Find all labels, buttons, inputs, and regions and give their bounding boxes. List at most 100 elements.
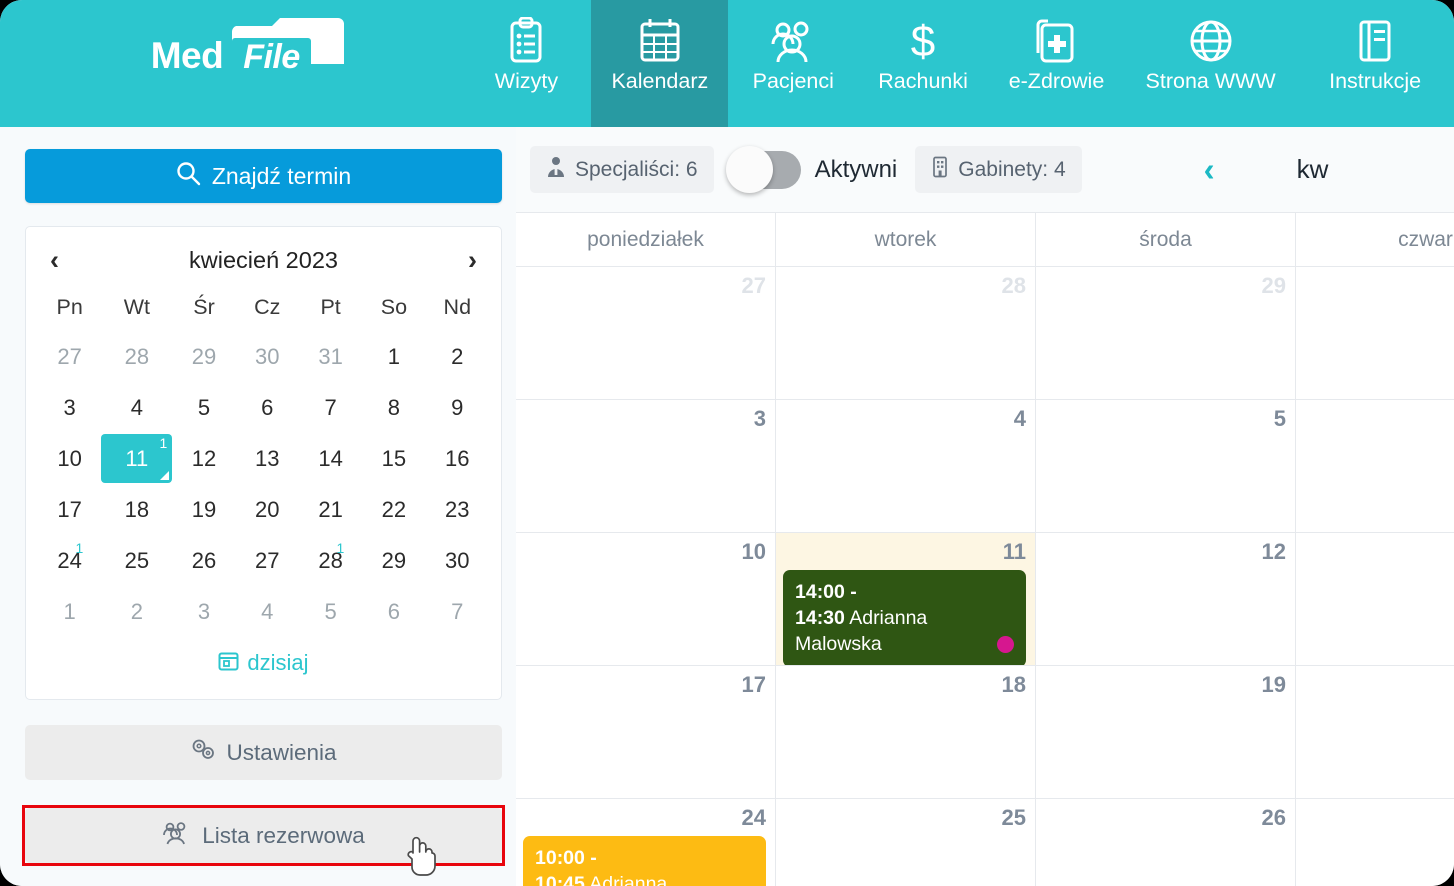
mini-calendar-day[interactable]: 24 1 bbox=[38, 535, 101, 586]
nav-item-instrukcje[interactable]: Instrukcje bbox=[1296, 0, 1454, 127]
mini-calendar-day[interactable]: 5 bbox=[172, 382, 235, 433]
calendar-day-cell[interactable]: 29 bbox=[1036, 267, 1296, 399]
mini-calendar-day[interactable]: 29 bbox=[362, 535, 425, 586]
mini-calendar-day[interactable]: 26 bbox=[172, 535, 235, 586]
weekday-wt: Wt bbox=[123, 294, 150, 319]
mini-calendar-day-label: 17 bbox=[57, 496, 82, 522]
find-appointment-button[interactable]: Znajdź termin bbox=[25, 149, 502, 203]
calendar-day-cell[interactable]: 5 bbox=[1036, 400, 1296, 532]
calendar-day-cell[interactable]: 3 bbox=[516, 400, 776, 532]
mini-calendar-day[interactable]: 29 bbox=[172, 331, 235, 382]
mini-calendar-day[interactable]: 27 bbox=[38, 331, 101, 382]
mini-calendar-day[interactable]: 17 bbox=[38, 484, 101, 535]
calendar-day-cell[interactable] bbox=[1296, 666, 1454, 798]
mini-calendar-grid: Pn Wt Śr Cz Pt So Nd 27 28 29 30 31 1 2 3 4 5 6 7 8 9… bbox=[38, 283, 489, 637]
find-appointment-label: Znajdź termin bbox=[211, 162, 352, 189]
calendar-day-number: 11 bbox=[1002, 539, 1026, 564]
calendar-day-cell[interactable]: 28 bbox=[776, 267, 1036, 399]
calendar-day-cell[interactable]: 2410:00 -10:45 Adrianna Malowska bbox=[516, 799, 776, 886]
mini-calendar-day[interactable]: 28 1 bbox=[299, 535, 362, 586]
mini-calendar-day[interactable]: 6 bbox=[236, 382, 299, 433]
mini-calendar-day[interactable]: 22 bbox=[362, 484, 425, 535]
mini-calendar-day[interactable]: 4 bbox=[236, 586, 299, 637]
mini-calendar-day[interactable]: 21 bbox=[299, 484, 362, 535]
calendar-day-cell[interactable]: 12 bbox=[1036, 533, 1296, 665]
mini-calendar-day[interactable]: 8 bbox=[362, 382, 425, 433]
mini-calendar-day[interactable]: 6 bbox=[362, 586, 425, 637]
calendar-event[interactable]: 14:00 -14:30 Adrianna Malowska bbox=[783, 570, 1026, 665]
mini-calendar-day[interactable]: 18 bbox=[101, 484, 172, 535]
calendar-icon bbox=[638, 14, 682, 68]
calendar-day-cell[interactable] bbox=[1296, 267, 1454, 399]
calendar-event[interactable]: 10:00 -10:45 Adrianna Malowska bbox=[523, 836, 766, 886]
calendar-day-cell[interactable]: 11 14:00 -14:30 Adrianna Malowska bbox=[776, 533, 1036, 665]
mini-calendar-day[interactable]: 7 bbox=[426, 586, 489, 637]
mini-calendar-week-row: 1 2 3 4 5 6 7 bbox=[38, 586, 489, 637]
nav-item-wizyty[interactable]: Wizyty bbox=[462, 0, 592, 127]
calendar-day-cell[interactable]: 10 bbox=[516, 533, 776, 665]
calendar-day-cell[interactable]: 17 bbox=[516, 666, 776, 798]
mini-calendar-day[interactable]: 9 bbox=[426, 382, 489, 433]
mini-calendar-day[interactable]: 4 bbox=[101, 382, 172, 433]
main-panel: Specjaliści: 6 Aktywni Gabinety: 4 ‹ kw … bbox=[516, 127, 1454, 886]
mini-calendar-day[interactable]: 1 bbox=[362, 331, 425, 382]
brand-logo[interactable]: Med File bbox=[0, 0, 462, 127]
mini-calendar-day[interactable]: 14 bbox=[299, 433, 362, 484]
mini-calendar-day[interactable]: 7 bbox=[299, 382, 362, 433]
mini-calendar-day[interactable]: 3 bbox=[38, 382, 101, 433]
calendar-day-cell[interactable]: 19 bbox=[1036, 666, 1296, 798]
mini-calendar-day[interactable]: 11 1 bbox=[101, 433, 173, 484]
mini-calendar-day-label: 9 bbox=[451, 394, 464, 420]
mini-calendar-day[interactable]: 23 bbox=[426, 484, 489, 535]
mini-calendar-day[interactable]: 5 bbox=[299, 586, 362, 637]
mini-calendar-day[interactable]: 16 bbox=[426, 433, 489, 484]
mini-calendar-day[interactable]: 30 bbox=[236, 331, 299, 382]
mini-calendar-day[interactable]: 12 bbox=[172, 433, 235, 484]
gears-icon bbox=[190, 738, 216, 768]
mini-calendar-day-label: 2 bbox=[130, 598, 143, 624]
weekday-pn: Pn bbox=[56, 294, 83, 319]
search-icon bbox=[176, 161, 201, 192]
mini-calendar-day[interactable]: 2 bbox=[426, 331, 489, 382]
calendar-day-cell[interactable] bbox=[1296, 799, 1454, 886]
mini-calendar-today-button[interactable]: dzisiaj bbox=[38, 637, 489, 689]
mini-calendar-day[interactable]: 3 bbox=[172, 586, 235, 637]
mini-calendar-day[interactable]: 10 bbox=[38, 433, 101, 484]
mini-calendar-day-selected[interactable]: 11 1 bbox=[101, 434, 173, 483]
calendar-day-cell[interactable]: 18 bbox=[776, 666, 1036, 798]
rooms-chip[interactable]: Gabinety: 4 bbox=[915, 146, 1082, 193]
mini-calendar-day[interactable]: 13 bbox=[236, 433, 299, 484]
mini-calendar-day[interactable]: 20 bbox=[236, 484, 299, 535]
mini-calendar-day[interactable]: 19 bbox=[172, 484, 235, 535]
active-toggle[interactable] bbox=[725, 145, 801, 193]
mini-calendar-day[interactable]: 25 bbox=[101, 535, 172, 586]
calendar-day-cell[interactable] bbox=[1296, 533, 1454, 665]
mini-calendar-next-button[interactable]: › bbox=[468, 246, 477, 274]
mini-calendar-day[interactable]: 2 bbox=[101, 586, 172, 637]
mini-calendar-day[interactable]: 31 bbox=[299, 331, 362, 382]
mini-calendar-prev-button[interactable]: ‹ bbox=[50, 246, 59, 274]
mini-calendar-day-label: 10 bbox=[57, 445, 82, 471]
mini-calendar-day-label: 1 bbox=[63, 598, 76, 624]
nav-item-kalendarz[interactable]: Kalendarz bbox=[591, 0, 729, 127]
mini-calendar-day[interactable]: 28 bbox=[101, 331, 172, 382]
nav-item-strona-www[interactable]: Strona WWW bbox=[1125, 0, 1296, 127]
nav-item-rachunki[interactable]: $ Rachunki bbox=[858, 0, 988, 127]
settings-button[interactable]: Ustawienia bbox=[25, 725, 502, 780]
calendar-today-icon bbox=[218, 650, 239, 677]
calendar-day-cell[interactable]: 27 bbox=[516, 267, 776, 399]
mini-calendar-day[interactable]: 1 bbox=[38, 586, 101, 637]
mini-calendar-day-badge: 1 bbox=[159, 435, 168, 451]
mini-calendar-day[interactable]: 27 bbox=[236, 535, 299, 586]
mini-calendar-day[interactable]: 30 bbox=[426, 535, 489, 586]
calendar-prev-button[interactable]: ‹ bbox=[1204, 153, 1215, 186]
calendar-day-cell[interactable] bbox=[1296, 400, 1454, 532]
calendar-day-cell[interactable]: 26 bbox=[1036, 799, 1296, 886]
calendar-day-cell[interactable]: 25 bbox=[776, 799, 1036, 886]
waitlist-button[interactable]: Lista rezerwowa bbox=[25, 808, 502, 863]
nav-item-pacjenci[interactable]: Pacjenci bbox=[728, 0, 858, 127]
calendar-day-cell[interactable]: 4 bbox=[776, 400, 1036, 532]
mini-calendar-day[interactable]: 15 bbox=[362, 433, 425, 484]
specialists-chip[interactable]: Specjaliści: 6 bbox=[530, 146, 714, 193]
nav-item-ezdrowie[interactable]: e-Zdrowie bbox=[988, 0, 1125, 127]
